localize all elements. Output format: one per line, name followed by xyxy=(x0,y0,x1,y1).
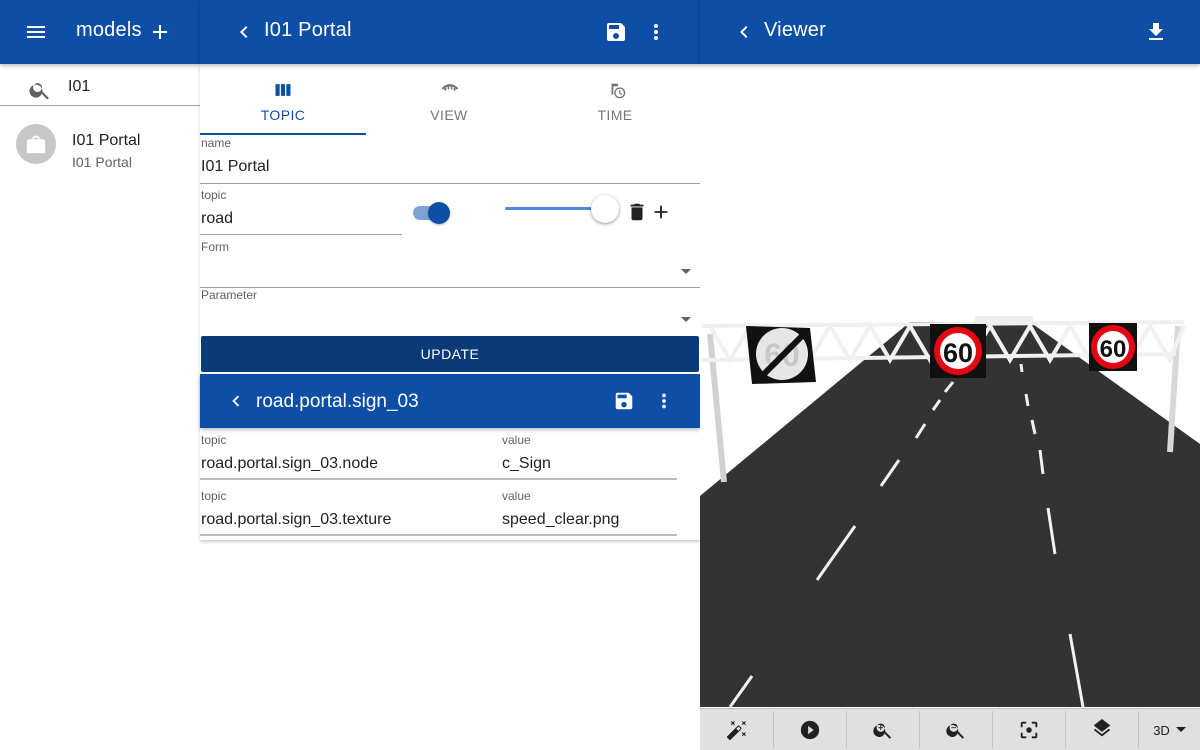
update-button[interactable]: UPDATE xyxy=(201,336,699,372)
view-mode-value: 3D xyxy=(1153,722,1170,738)
viewer-appbar: Viewer xyxy=(700,0,1200,64)
row-topic-label: topic xyxy=(201,489,227,503)
viewer-title: Viewer xyxy=(764,19,826,41)
columns-icon xyxy=(273,80,293,100)
topic-label: topic xyxy=(201,188,227,202)
sign-2-text: 60 xyxy=(943,338,973,368)
name-field[interactable]: I01 Portal xyxy=(201,158,269,176)
3d-viewer[interactable]: 60 60 60 xyxy=(700,64,1200,707)
zoom-in-icon xyxy=(872,719,894,741)
viewer-toolbar: 3D xyxy=(700,708,1200,750)
editor-title: I01 Portal xyxy=(264,19,352,41)
center-focus-button[interactable] xyxy=(993,711,1066,749)
briefcase-icon xyxy=(25,133,47,155)
dropdown-arrow-icon xyxy=(680,316,692,324)
table-row: topic road.portal.sign_03.texture value … xyxy=(200,486,700,538)
subpanel-back-chevron-icon[interactable] xyxy=(216,381,256,421)
row-value-label: value xyxy=(502,489,531,503)
tab-indicator xyxy=(200,133,366,135)
tab-time[interactable]: TIME xyxy=(532,64,698,136)
tab-topic-label: TOPIC xyxy=(260,107,306,123)
form-underline xyxy=(200,287,700,288)
topic-underline xyxy=(200,234,402,235)
row-value-field[interactable]: c_Sign xyxy=(502,455,551,473)
name-underline xyxy=(200,183,700,184)
magic-wand-button[interactable] xyxy=(700,711,774,749)
dropdown-arrow-icon xyxy=(680,268,692,276)
layers-button[interactable] xyxy=(1066,711,1139,749)
name-label: name xyxy=(201,136,232,150)
row-topic-field[interactable]: road.portal.sign_03.texture xyxy=(201,511,391,529)
subpanel-header: road.portal.sign_03 xyxy=(200,374,700,428)
table-row: topic road.portal.sign_03.node value c_S… xyxy=(200,430,700,482)
add-topic-icon[interactable] xyxy=(641,192,681,232)
subpanel-title: road.portal.sign_03 xyxy=(256,391,419,412)
dropdown-arrow-icon xyxy=(1175,727,1186,733)
center-focus-icon xyxy=(1018,719,1040,741)
form-select[interactable] xyxy=(200,254,700,288)
topic-field[interactable]: road xyxy=(201,210,233,228)
viewer-back-chevron-icon[interactable] xyxy=(724,12,764,52)
visibility-toggle[interactable] xyxy=(412,202,452,224)
gantry-pole-left xyxy=(707,333,727,483)
models-panel: I01 Portal I01 Portal xyxy=(0,64,200,750)
row-value-field[interactable]: speed_clear.png xyxy=(502,511,619,529)
layers-icon xyxy=(1091,719,1113,741)
row-topic-field[interactable]: road.portal.sign_03.node xyxy=(201,455,378,473)
add-model-icon[interactable] xyxy=(140,12,180,52)
sign-3-text: 60 xyxy=(1100,336,1127,363)
editor-appbar: I01 Portal xyxy=(200,0,700,64)
more-vert-icon[interactable] xyxy=(636,12,676,52)
toggle-thumb xyxy=(428,202,450,224)
list-item[interactable]: I01 Portal I01 Portal xyxy=(0,116,200,180)
zoom-out-button[interactable] xyxy=(920,711,993,749)
slider-track xyxy=(505,207,605,210)
zoom-out-icon xyxy=(945,719,967,741)
opacity-slider[interactable] xyxy=(505,195,619,225)
row-underline xyxy=(200,478,677,480)
zoom-in-button[interactable] xyxy=(847,711,920,749)
models-appbar: models xyxy=(0,0,200,64)
tab-view[interactable]: VIEW xyxy=(366,64,532,136)
avatar xyxy=(16,124,56,164)
gantry-top-bar xyxy=(975,316,1033,322)
form-label: Form xyxy=(201,240,229,254)
download-icon[interactable] xyxy=(1136,12,1176,52)
menu-icon[interactable] xyxy=(16,12,56,52)
back-chevron-icon[interactable] xyxy=(224,12,264,52)
tab-topic[interactable]: TOPIC xyxy=(200,64,366,136)
speed-limit-sign: 60 xyxy=(1089,323,1137,371)
update-button-label: UPDATE xyxy=(420,346,480,362)
road-scene[interactable]: 60 60 60 xyxy=(700,64,1200,707)
play-icon xyxy=(799,719,821,741)
row-topic-label: topic xyxy=(201,433,227,447)
subpanel-save-icon[interactable] xyxy=(604,381,644,421)
search-icon xyxy=(28,78,52,102)
view-icon xyxy=(440,80,460,100)
play-button[interactable] xyxy=(774,711,847,749)
list-item-title: I01 Portal xyxy=(72,132,141,149)
search-row xyxy=(0,64,200,106)
row-underline xyxy=(200,534,677,536)
view-mode-select[interactable]: 3D xyxy=(1139,711,1200,749)
slider-thumb[interactable] xyxy=(591,195,619,223)
parameter-label: Parameter xyxy=(201,288,258,302)
end-speed-limit-sign: 60 xyxy=(746,326,816,384)
tab-time-label: TIME xyxy=(597,107,633,123)
magic-wand-icon xyxy=(726,719,748,741)
editor-panel: TOPIC VIEW TIME name I01 Portal topic ro… xyxy=(200,64,700,540)
subpanel-more-vert-icon[interactable] xyxy=(644,381,684,421)
search-input[interactable] xyxy=(68,78,188,96)
models-title: models xyxy=(76,19,142,41)
parameter-select[interactable] xyxy=(200,302,700,336)
list-item-subtitle: I01 Portal xyxy=(72,154,132,170)
speed-limit-sign: 60 xyxy=(930,324,986,378)
tab-view-label: VIEW xyxy=(430,107,468,123)
save-icon[interactable] xyxy=(596,12,636,52)
time-icon xyxy=(606,80,628,102)
row-value-label: value xyxy=(502,433,531,447)
